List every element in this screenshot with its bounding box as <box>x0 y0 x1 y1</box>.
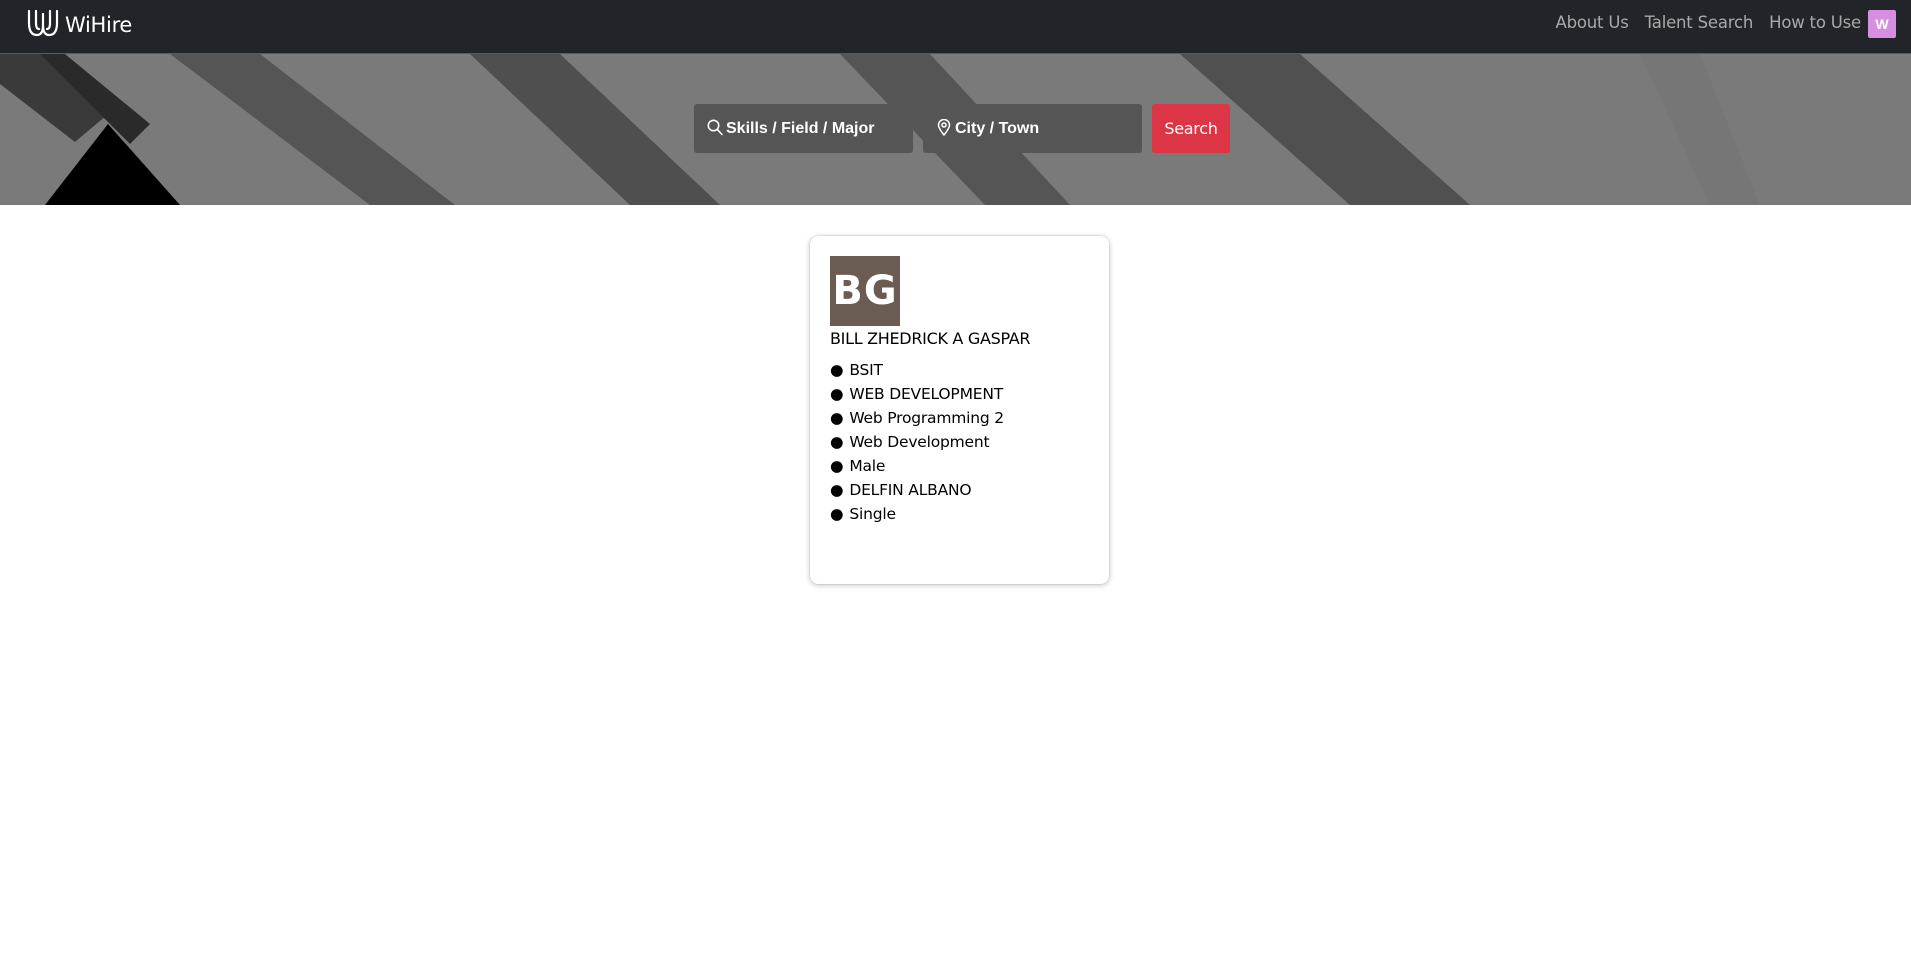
bullet: ● <box>830 409 844 427</box>
bullet: ● <box>830 457 844 475</box>
detail-item: ● Web Development <box>830 430 1004 454</box>
bullet: ● <box>830 433 844 451</box>
navbar: WiHire About Us Talent Search How to Use… <box>0 0 1911 54</box>
profile-details: ● BSIT ● WEB DEVELOPMENT ● Web Programming … <box>830 358 1004 526</box>
detail-item: ● WEB DEVELOPMENT <box>830 382 1004 406</box>
brand-name: WiHire <box>65 13 133 37</box>
bullet: ● <box>830 361 844 379</box>
detail-item: ● Male <box>830 454 1004 478</box>
bullet: ● <box>830 505 844 523</box>
detail-item: ● Web Programming 2 <box>830 406 1004 430</box>
nav-links: About Us Talent Search How to Use <box>1556 0 1862 44</box>
brand-link[interactable]: WiHire <box>27 9 132 41</box>
skills-field <box>694 104 913 153</box>
detail-gender: Male <box>849 457 886 475</box>
nav-about-us[interactable]: About Us <box>1556 13 1629 32</box>
wihire-logo-icon <box>27 8 59 43</box>
detail-subject: Web Programming 2 <box>849 409 1004 427</box>
location-pin-icon <box>937 119 951 136</box>
detail-course: BSIT <box>849 361 883 379</box>
detail-civil-status: Single <box>849 505 896 523</box>
search-form: Search <box>694 104 1230 153</box>
user-avatar[interactable]: W <box>1868 10 1896 38</box>
city-field <box>923 104 1142 153</box>
detail-item: ● DELFIN ALBANO <box>830 478 1004 502</box>
hero-banner: Search <box>0 54 1911 205</box>
detail-town: DELFIN ALBANO <box>849 481 972 499</box>
detail-item: ● BSIT <box>830 358 1004 382</box>
detail-item: ● Single <box>830 502 1004 526</box>
profile-card[interactable]: BG BILL ZHEDRICK A GASPAR ● BSIT ● WEB DEV… <box>810 236 1109 584</box>
nav-talent-search[interactable]: Talent Search <box>1645 13 1754 32</box>
profile-initials-avatar: BG <box>830 256 900 326</box>
city-input[interactable] <box>923 104 1142 153</box>
nav-how-to-use[interactable]: How to Use <box>1769 13 1861 32</box>
bullet: ● <box>830 481 844 499</box>
profile-name: BILL ZHEDRICK A GASPAR <box>830 329 1031 348</box>
detail-skill: Web Development <box>849 433 990 451</box>
search-button[interactable]: Search <box>1152 104 1230 153</box>
skills-input[interactable] <box>694 104 913 153</box>
search-icon <box>707 119 723 136</box>
detail-field: WEB DEVELOPMENT <box>849 385 1003 403</box>
bullet: ● <box>830 385 844 403</box>
